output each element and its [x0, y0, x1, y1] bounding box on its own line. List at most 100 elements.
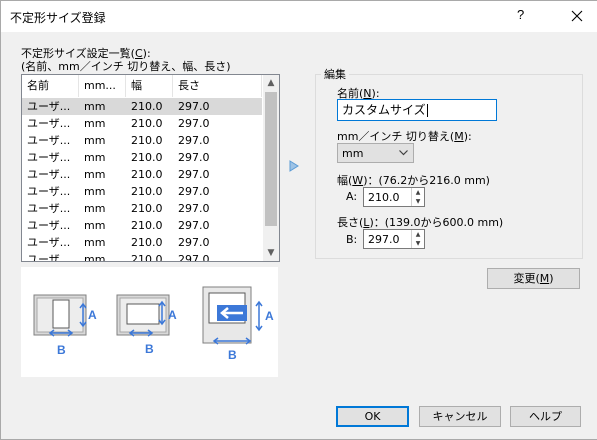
diagram-label-b1: B	[57, 343, 66, 357]
column-header-unit[interactable]: mm...	[79, 75, 126, 97]
width-label: 幅(W)：(76.2から216.0 mm)	[337, 172, 490, 188]
size-list-sublabel: (名前、mm／インチ 切り替え、幅、長さ)	[21, 60, 231, 73]
table-cell: 297.0	[178, 202, 210, 215]
close-icon	[571, 10, 583, 22]
size-list[interactable]: 名前 mm... 幅 長さ ユーザ... mm 210.0 297.0 ユーザ... mm…	[21, 74, 280, 262]
table-cell: mm	[84, 168, 106, 181]
unit-label: mm／インチ 切り替え(M):	[337, 128, 472, 144]
table-cell: 297.0	[178, 185, 210, 198]
chevron-down-icon	[399, 150, 408, 156]
spin-down-icon[interactable]: ▼	[412, 239, 424, 248]
table-cell: ユーザ...	[27, 185, 71, 198]
width-label-text: 幅(	[337, 174, 353, 187]
close-button[interactable]	[560, 1, 596, 32]
table-row[interactable]: ユーザ... mm 210.0 297.0	[22, 183, 262, 200]
text-caret	[426, 104, 428, 117]
table-row[interactable]: ユーザ... mm 210.0 297.0	[22, 166, 262, 183]
change-button-key: M	[539, 272, 550, 285]
table-cell: 297.0	[178, 168, 210, 181]
help-icon[interactable]: ?	[517, 7, 524, 22]
table-cell: mm	[84, 236, 106, 249]
table-cell: ユーザ...	[27, 253, 71, 262]
table-cell: 297.0	[178, 151, 210, 164]
table-row[interactable]: ユーザ... mm 210.0 297.0	[22, 115, 262, 132]
table-cell: 210.0	[131, 134, 163, 147]
ok-button[interactable]: OK	[336, 406, 409, 427]
table-cell: 210.0	[131, 236, 163, 249]
help-button[interactable]: ヘルプ	[510, 406, 581, 427]
table-cell: ユーザ...	[27, 202, 71, 215]
table-cell: 210.0	[131, 219, 163, 232]
table-row[interactable]: ユーザ... mm 210.0 297.0	[22, 98, 262, 115]
table-cell: ユーザ...	[27, 236, 71, 249]
name-input[interactable]: カスタムサイズ	[337, 99, 497, 121]
table-cell: 210.0	[131, 151, 163, 164]
table-cell: ユーザ...	[27, 117, 71, 130]
edit-group-title: 編集	[321, 66, 349, 82]
feeder-diagram-1	[33, 294, 87, 337]
diagram-label-b2: B	[145, 342, 154, 356]
table-cell: 297.0	[178, 134, 210, 147]
change-button-label: 変更(	[513, 272, 540, 285]
change-button-suffix: )	[549, 272, 554, 285]
table-cell: 297.0	[178, 253, 210, 262]
table-cell: 297.0	[178, 219, 210, 232]
spin-up-icon[interactable]: ▲	[412, 230, 424, 239]
table-cell: 210.0	[131, 168, 163, 181]
table-cell: mm	[84, 253, 106, 262]
transfer-arrow-icon	[289, 160, 299, 172]
width-spin-buttons: ▲ ▼	[411, 188, 424, 206]
table-cell: mm	[84, 134, 106, 147]
diagram-label-b3: B	[228, 348, 237, 362]
title-bar: 不定形サイズ登録 ?	[1, 1, 597, 32]
table-row[interactable]: ユーザ... mm 210.0 297.0	[22, 200, 262, 217]
width-label-key: W	[352, 174, 364, 187]
table-cell: ユーザ...	[27, 219, 71, 232]
paper-orientation-illustration: A B A B A B	[21, 267, 278, 377]
table-cell: 297.0	[178, 236, 210, 249]
table-cell: 297.0	[178, 100, 210, 113]
width-value: 210.0	[368, 191, 400, 204]
spin-down-icon[interactable]: ▼	[412, 197, 424, 206]
column-header-name[interactable]: 名前	[22, 75, 79, 97]
length-label-suffix: )：(139.0から600.0 mm)	[369, 216, 504, 229]
feeder-diagram-3	[202, 286, 263, 345]
change-button[interactable]: 変更(M)	[487, 268, 580, 289]
table-cell: mm	[84, 117, 106, 130]
unit-label-text: mm／インチ 切り替え(	[337, 130, 455, 143]
unit-select-value: mm	[342, 147, 364, 160]
cancel-button[interactable]: キャンセル	[419, 406, 501, 427]
diagram-label-a2: A	[168, 308, 177, 322]
table-row[interactable]: ユーザ... mm 210.0 297.0	[22, 149, 262, 166]
table-cell: mm	[84, 151, 106, 164]
table-cell: 297.0	[178, 117, 210, 130]
diagram-label-a3: A	[265, 309, 274, 323]
table-row[interactable]: ユーザ... mm 210.0 297.0	[22, 251, 262, 262]
width-sub-label: A:	[346, 190, 358, 203]
unit-label-key: M	[454, 130, 464, 143]
scroll-down-icon[interactable]: ▼	[263, 245, 279, 261]
table-cell: mm	[84, 219, 106, 232]
length-label-text: 長さ(	[337, 216, 364, 229]
unit-select[interactable]: mm	[337, 143, 414, 163]
spin-up-icon[interactable]: ▲	[412, 188, 424, 197]
length-spinbox[interactable]: 297.0 ▲ ▼	[363, 229, 425, 249]
table-row[interactable]: ユーザ... mm 210.0 297.0	[22, 217, 262, 234]
scroll-up-icon[interactable]: ▲	[263, 75, 279, 91]
column-header-length[interactable]: 長さ	[173, 75, 262, 97]
table-row[interactable]: ユーザ... mm 210.0 297.0	[22, 132, 262, 149]
table-cell: ユーザ...	[27, 151, 71, 164]
length-value: 297.0	[368, 233, 400, 246]
scroll-thumb[interactable]	[265, 92, 277, 226]
length-label: 長さ(L)：(139.0から600.0 mm)	[337, 214, 503, 230]
length-spin-buttons: ▲ ▼	[411, 230, 424, 248]
table-cell: mm	[84, 100, 106, 113]
table-row[interactable]: ユーザ... mm 210.0 297.0	[22, 234, 262, 251]
table-cell: 210.0	[131, 100, 163, 113]
table-cell: ユーザ...	[27, 168, 71, 181]
table-cell: 210.0	[131, 117, 163, 130]
paper-diagram: A B A B A B	[33, 286, 274, 362]
column-header-width[interactable]: 幅	[126, 75, 173, 97]
width-spinbox[interactable]: 210.0 ▲ ▼	[363, 187, 425, 207]
list-scrollbar[interactable]: ▲ ▼	[263, 75, 279, 261]
